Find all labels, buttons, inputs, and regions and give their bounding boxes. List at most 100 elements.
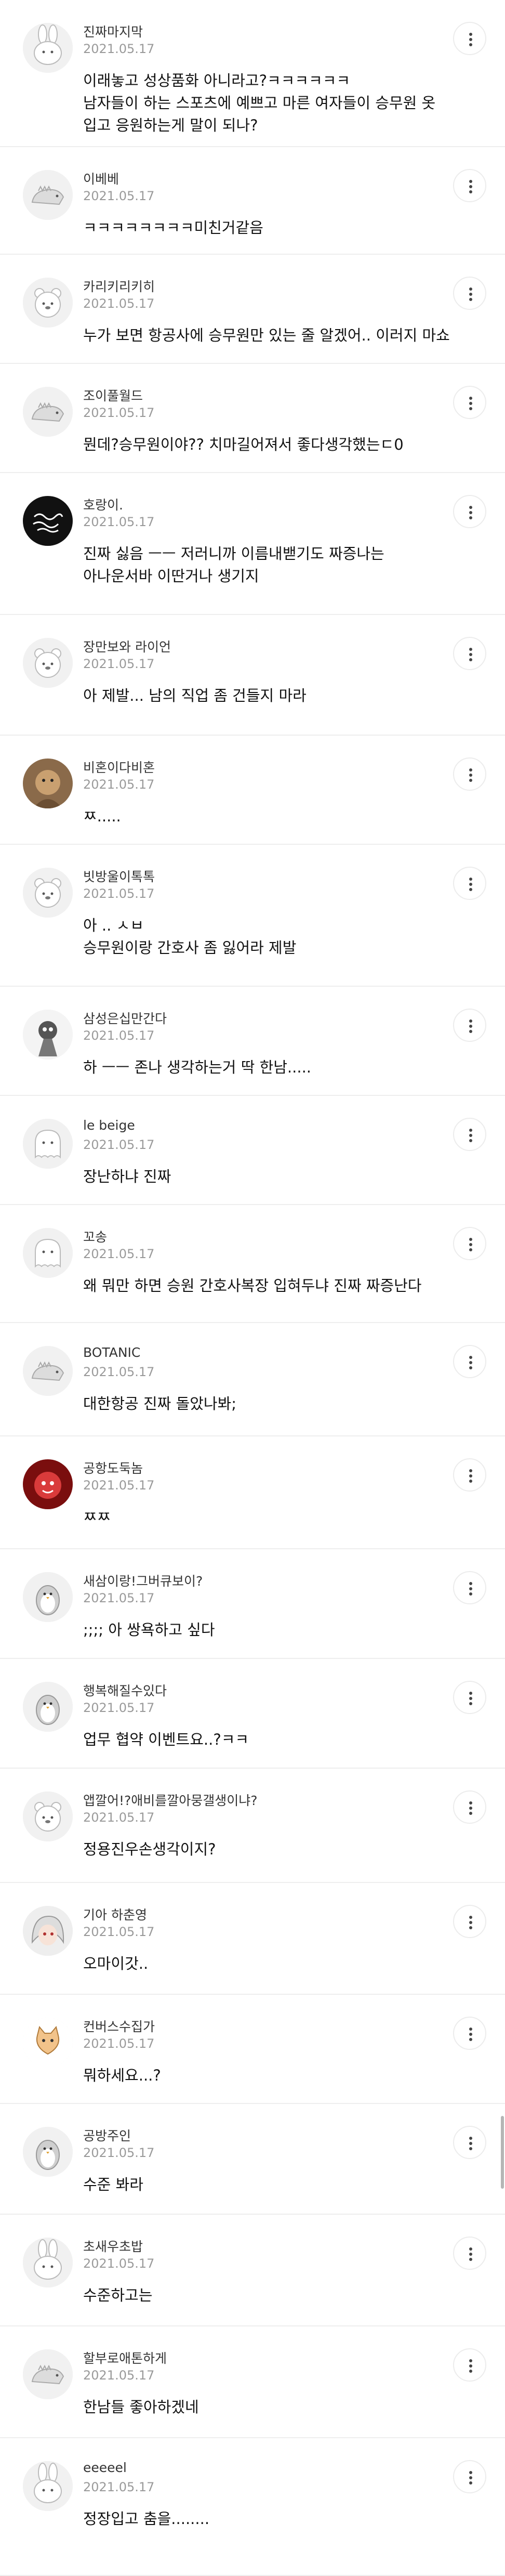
avatar[interactable] (23, 170, 73, 220)
dot-icon (469, 402, 472, 405)
more-options-button[interactable] (453, 1009, 486, 1042)
comment-item: 삼성은십만간다 2021.05.17 하 ㅡㅡ 존나 생각하는거 딱 한남..... (0, 987, 505, 1096)
dot-icon (469, 511, 472, 514)
comment-author[interactable]: 조이풀월드 (83, 386, 143, 404)
comment-author[interactable]: 할부로애톤하게 (83, 2348, 167, 2367)
comment-date: 2021.05.17 (83, 886, 155, 901)
more-options-button[interactable] (453, 1345, 486, 1378)
dot-icon (469, 43, 472, 46)
more-options-button[interactable] (453, 1790, 486, 1824)
dot-icon (469, 1361, 472, 1364)
comment-author[interactable]: 카리키리키히 (83, 277, 155, 295)
dot-icon (469, 2359, 472, 2362)
comment-author[interactable]: 초새우초밥 (83, 2237, 143, 2255)
comment-author[interactable]: 기아 하춘영 (83, 1905, 147, 1924)
dot-icon (469, 1030, 472, 1033)
more-options-button[interactable] (453, 1118, 486, 1151)
more-options-button[interactable] (453, 1571, 486, 1604)
comment-author[interactable]: 공항도둑놈 (83, 1458, 143, 1477)
avatar[interactable] (23, 1572, 73, 1622)
comment-author[interactable]: le beige (83, 1118, 135, 1133)
avatar[interactable] (23, 2018, 73, 2068)
avatar[interactable] (23, 868, 73, 918)
more-options-button[interactable] (453, 22, 486, 55)
more-options-button[interactable] (453, 757, 486, 791)
comment-author[interactable]: 꼬송 (83, 1227, 107, 1246)
avatar[interactable] (23, 1906, 73, 1956)
comment-author[interactable]: 공방주인 (83, 2126, 131, 2145)
comment-item: 할부로애톤하게 2021.05.17 한남들 좋아하겠네 (0, 2326, 505, 2438)
avatar[interactable] (23, 1119, 73, 1169)
avatar[interactable] (23, 1792, 73, 1841)
more-options-button[interactable] (453, 2460, 486, 2493)
more-options-button[interactable] (453, 637, 486, 670)
comment-author[interactable]: 새삼이랑!그버큐보이? (83, 1571, 203, 1590)
avatar[interactable] (23, 1346, 73, 1396)
avatar[interactable] (23, 1228, 73, 1278)
comment-text: 정용진우손생각이지? (83, 1840, 216, 1858)
avatar[interactable] (23, 638, 73, 688)
dot-icon (469, 779, 472, 782)
comment-item: 공항도둑놈 2021.05.17 ㅉㅉ (0, 1436, 505, 1549)
more-options-button[interactable] (453, 277, 486, 310)
dot-icon (469, 1238, 472, 1241)
more-options-button[interactable] (453, 2017, 486, 2050)
dot-icon (469, 1697, 472, 1700)
avatar[interactable] (23, 1010, 73, 1060)
avatar[interactable] (23, 496, 73, 546)
more-options-button[interactable] (453, 386, 486, 419)
comment-author[interactable]: 이베베 (83, 169, 119, 188)
more-options-button[interactable] (453, 2126, 486, 2159)
comment-item: 진짜마지막 2021.05.17 이래놓고 성상품화 아니라고?ㅋㅋㅋㅋㅋㅋ 남자들… (0, 0, 505, 147)
avatar[interactable] (23, 1682, 73, 1732)
dot-icon (469, 2253, 472, 2256)
dot-icon (469, 1702, 472, 1705)
comment-date: 2021.05.17 (83, 1247, 155, 1261)
comment-item: 호랑이. 2021.05.17 진짜 싫음 ㅡㅡ 저러니까 이름내밷기도 짜증나는 … (0, 473, 505, 615)
comment-author[interactable]: 비혼이다비혼 (83, 757, 155, 776)
more-options-button[interactable] (453, 867, 486, 900)
comment-item: 앱깔어!?애비를깔아뭉갤생이냐? 2021.05.17 정용진우손생각이지? (0, 1769, 505, 1883)
dot-icon (469, 2142, 472, 2145)
avatar[interactable] (23, 23, 73, 73)
comment-author[interactable]: 진짜마지막 (83, 22, 143, 41)
more-options-button[interactable] (453, 495, 486, 528)
more-options-button[interactable] (453, 1458, 486, 1492)
comment-author[interactable]: 행복해질수있다 (83, 1681, 167, 1699)
comment-author[interactable]: 삼성은십만간다 (83, 1009, 167, 1027)
avatar[interactable] (23, 759, 73, 808)
comment-author[interactable]: 호랑이. (83, 495, 123, 514)
more-options-button[interactable] (453, 1227, 486, 1260)
more-options-button[interactable] (453, 1681, 486, 1714)
comment-author[interactable]: eeeeel (83, 2460, 127, 2475)
dot-icon (469, 1025, 472, 1028)
comment-date: 2021.05.17 (83, 777, 155, 792)
avatar[interactable] (23, 2461, 73, 2511)
avatar[interactable] (23, 1459, 73, 1509)
comment-author[interactable]: 장만보와 라이언 (83, 637, 171, 656)
scrollbar[interactable] (501, 2116, 504, 2189)
avatar[interactable] (23, 2349, 73, 2399)
comment-item: 꼬송 2021.05.17 왜 뭐만 하면 승원 간호사복장 입혀두냐 진짜 짜증난… (0, 1205, 505, 1323)
dot-icon (469, 2038, 472, 2041)
more-options-button[interactable] (453, 1905, 486, 1938)
comment-author[interactable]: BOTANIC (83, 1345, 140, 1360)
comment-author[interactable]: 컨버스수집가 (83, 2017, 155, 2035)
comment-item: 장만보와 라이언 2021.05.17 아 제발... 남의 직업 좀 건들지 마라 (0, 615, 505, 736)
dot-icon (469, 768, 472, 772)
comment-author[interactable]: 빗방울이톡톡 (83, 867, 155, 885)
dot-icon (469, 1248, 472, 1251)
dot-icon (469, 2370, 472, 2373)
dot-icon (469, 1139, 472, 1142)
avatar[interactable] (23, 2127, 73, 2177)
avatar[interactable] (23, 2238, 73, 2287)
avatar[interactable] (23, 278, 73, 328)
more-options-button[interactable] (453, 2348, 486, 2382)
avatar[interactable] (23, 387, 73, 437)
comment-item: 행복해질수있다 2021.05.17 업무 협약 이벤트요..?ㅋㅋ (0, 1659, 505, 1769)
more-options-button[interactable] (453, 2237, 486, 2270)
more-options-button[interactable] (453, 169, 486, 202)
dot-icon (469, 506, 472, 509)
comment-author[interactable]: 앱깔어!?애비를깔아뭉갤생이냐? (83, 1790, 258, 1809)
dot-icon (469, 1926, 472, 1929)
